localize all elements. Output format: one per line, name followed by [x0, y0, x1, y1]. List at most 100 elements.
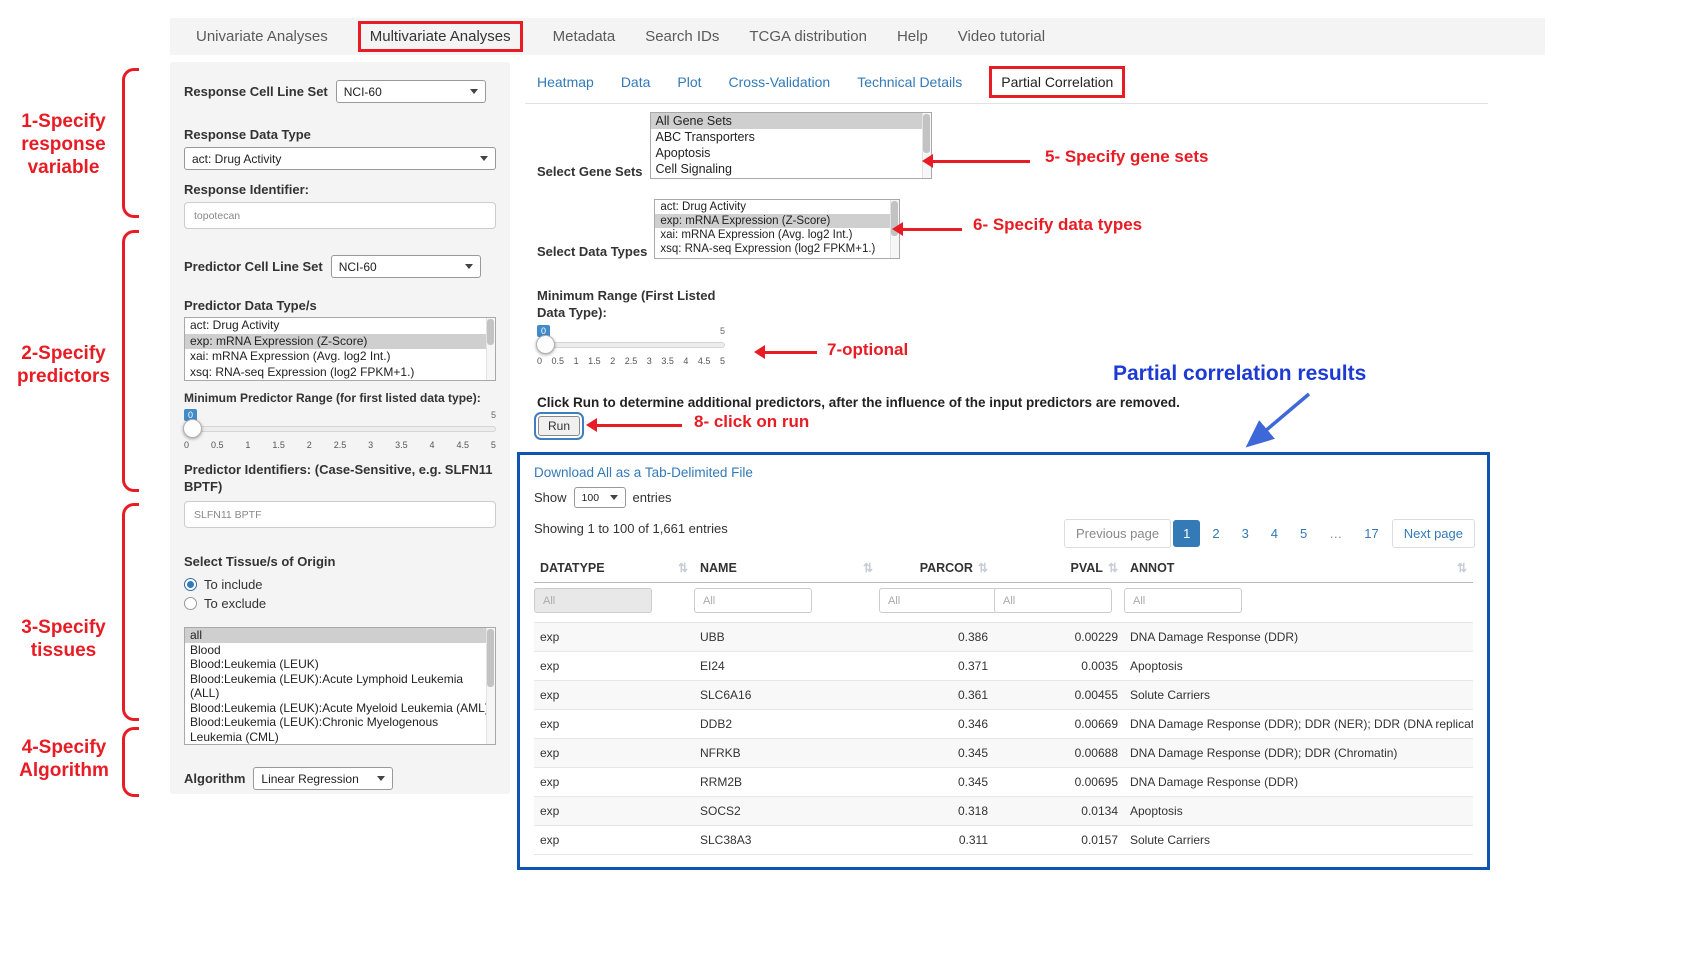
column-header-pval[interactable]: PVAL — [994, 554, 1124, 583]
list-option[interactable]: act: Drug Activity — [185, 318, 495, 334]
tick-label: 0 — [537, 356, 542, 366]
page-number-button[interactable]: 5 — [1290, 520, 1317, 547]
list-option[interactable]: Blood — [185, 643, 495, 658]
table-row[interactable]: exp SOCS2 0.318 0.0134 Apoptosis — [534, 797, 1473, 826]
slider-track[interactable] — [537, 342, 725, 348]
nav-item[interactable]: Univariate Analyses — [196, 28, 328, 45]
column-header-annot[interactable]: ANNOT — [1124, 554, 1473, 583]
tissue-exclude-radio[interactable]: To exclude — [184, 594, 496, 613]
min-predictor-range-slider[interactable]: 0 5 0 0.5 1 1.5 2 2.5 3 3.5 4 4 — [184, 409, 496, 453]
list-option[interactable]: xsq: RNA-seq Expression (log2 FPKM+1.) — [185, 365, 495, 381]
page-number-button[interactable]: 2 — [1202, 520, 1229, 547]
cell-annot: DNA Damage Response (DDR); DDR (NER); DD… — [1124, 710, 1473, 739]
sort-icon[interactable] — [863, 561, 873, 575]
gene-sets-list[interactable]: All Gene Sets ABC Transporters Apoptosis… — [650, 112, 932, 179]
nav-item[interactable]: Help — [897, 28, 928, 45]
nav-item[interactable]: Metadata — [553, 28, 616, 45]
tissue-include-radio[interactable]: To include — [184, 575, 496, 594]
page-number-button[interactable]: 4 — [1261, 520, 1288, 547]
nav-item[interactable]: TCGA distribution — [749, 28, 867, 45]
list-option[interactable]: exp: mRNA Expression (Z-Score) — [655, 214, 899, 228]
page-number-button[interactable]: … — [1319, 520, 1352, 547]
predictor-identifiers-input[interactable] — [184, 501, 496, 528]
scrollbar[interactable] — [922, 113, 931, 178]
list-option[interactable]: xsq: RNA-seq Expression (log2 FPKM+1.) — [655, 242, 899, 256]
cell-pval: 0.00229 — [994, 623, 1124, 652]
cell-parcor: 0.345 — [879, 768, 994, 797]
column-header-parcor[interactable]: PARCOR — [879, 554, 994, 583]
tab[interactable]: Plot — [677, 74, 701, 90]
entries-select-value: 100 — [582, 492, 600, 504]
nav-item[interactable]: Video tutorial — [958, 28, 1045, 45]
table-row[interactable]: exp RRM2B 0.345 0.00695 DNA Damage Respo… — [534, 768, 1473, 797]
run-button[interactable]: Run — [538, 416, 580, 436]
table-row[interactable]: exp NFRKB 0.345 0.00688 DNA Damage Respo… — [534, 739, 1473, 768]
list-option[interactable]: act: Drug Activity — [655, 200, 899, 214]
scrollbar-thumb[interactable] — [923, 114, 930, 153]
scrollbar-thumb[interactable] — [487, 319, 494, 345]
list-option[interactable]: Blood:Leukemia (LEUK) — [185, 657, 495, 672]
scrollbar-thumb[interactable] — [487, 629, 494, 687]
table-row[interactable]: exp EI24 0.371 0.0035 Apoptosis — [534, 652, 1473, 681]
sort-icon[interactable] — [978, 561, 988, 575]
response-identifier-input[interactable] — [184, 202, 496, 229]
list-option[interactable]: xai: mRNA Expression (Avg. log2 Int.) — [185, 349, 495, 365]
download-link[interactable]: Download All as a Tab-Delimited File — [534, 465, 1473, 480]
scrollbar[interactable] — [486, 318, 495, 380]
list-option[interactable]: Blood:Leukemia (LEUK):Acute Myeloid Leuk… — [185, 701, 495, 716]
predictor-identifiers-label: Predictor Identifiers: (Case-Sensitive, … — [184, 461, 496, 495]
table-row[interactable]: exp UBB 0.386 0.00229 DNA Damage Respons… — [534, 623, 1473, 652]
radio-unselected-icon[interactable] — [184, 597, 197, 610]
next-page-button[interactable]: Next page — [1392, 519, 1475, 548]
table-row[interactable]: exp SLC6A16 0.361 0.00455 Solute Carrier… — [534, 681, 1473, 710]
list-option[interactable]: xai: mRNA Expression (Avg. log2 Int.) — [655, 228, 899, 242]
tissue-list[interactable]: all Blood Blood:Leukemia (LEUK) Blood:Le… — [184, 627, 496, 745]
sort-icon[interactable] — [678, 561, 688, 575]
tab[interactable]: Partial Correlation — [989, 66, 1125, 98]
column-header-name[interactable]: NAME — [694, 554, 879, 583]
tab[interactable]: Cross-Validation — [729, 74, 831, 90]
filter-pval-input[interactable] — [994, 588, 1112, 613]
list-option[interactable]: Blood:Leukemia (LEUK):Acute Lymphoid Leu… — [185, 672, 495, 701]
entries-select[interactable]: 100 — [574, 487, 626, 508]
table-row[interactable]: exp DDB2 0.346 0.00669 DNA Damage Respon… — [534, 710, 1473, 739]
algorithm-select[interactable]: Linear Regression — [253, 767, 393, 790]
sort-icon[interactable] — [1457, 561, 1467, 575]
page-number-button[interactable]: 1 — [1173, 520, 1200, 547]
predictor-cell-line-set-select[interactable]: NCI-60 — [331, 255, 481, 278]
data-types-list[interactable]: act: Drug Activity exp: mRNA Expression … — [654, 199, 900, 259]
tab[interactable]: Heatmap — [537, 74, 594, 90]
list-option[interactable]: Blood:Leukemia (LEUK):Chronic Myelogenou… — [185, 715, 495, 744]
page-number-button[interactable]: 3 — [1232, 520, 1259, 547]
response-cell-line-set-value: NCI-60 — [344, 85, 382, 99]
nav-item[interactable]: Search IDs — [645, 28, 719, 45]
scrollbar[interactable] — [486, 628, 495, 744]
radio-selected-icon[interactable] — [184, 578, 197, 591]
predictor-data-types-list[interactable]: act: Drug Activity exp: mRNA Expression … — [184, 317, 496, 381]
filter-parcor-input[interactable] — [879, 588, 997, 613]
list-option[interactable]: Cell Signaling — [651, 161, 931, 177]
filter-annot-input[interactable] — [1124, 588, 1242, 613]
slider-track[interactable] — [184, 426, 496, 432]
page-number-button[interactable]: 17 — [1354, 520, 1388, 547]
slider-thumb[interactable] — [183, 419, 202, 438]
column-header-datatype[interactable]: DATATYPE — [534, 554, 694, 583]
column-label: DATATYPE — [540, 561, 605, 575]
min-range-slider[interactable]: 0 5 0 0.5 1 1.5 2 2.5 3 3.5 4 4.5 5 — [537, 325, 725, 369]
nav-item[interactable]: Multivariate Analyses — [358, 21, 523, 52]
previous-page-button[interactable]: Previous page — [1064, 519, 1171, 548]
response-cell-line-set-select[interactable]: NCI-60 — [336, 80, 486, 103]
list-option[interactable]: exp: mRNA Expression (Z-Score) — [185, 334, 495, 350]
slider-thumb[interactable] — [536, 335, 555, 354]
table-row[interactable]: exp SLC38A3 0.311 0.0157 Solute Carriers — [534, 826, 1473, 855]
list-option[interactable]: Apoptosis — [651, 145, 931, 161]
sort-icon[interactable] — [1108, 561, 1118, 575]
filter-datatype-input[interactable] — [534, 588, 652, 613]
tab[interactable]: Data — [621, 74, 651, 90]
tab[interactable]: Technical Details — [857, 74, 962, 90]
list-option[interactable]: ABC Transporters — [651, 129, 931, 145]
list-option[interactable]: all — [185, 628, 495, 643]
filter-name-input[interactable] — [694, 588, 812, 613]
response-data-type-select[interactable]: act: Drug Activity — [184, 147, 496, 170]
list-option[interactable]: All Gene Sets — [651, 113, 931, 129]
